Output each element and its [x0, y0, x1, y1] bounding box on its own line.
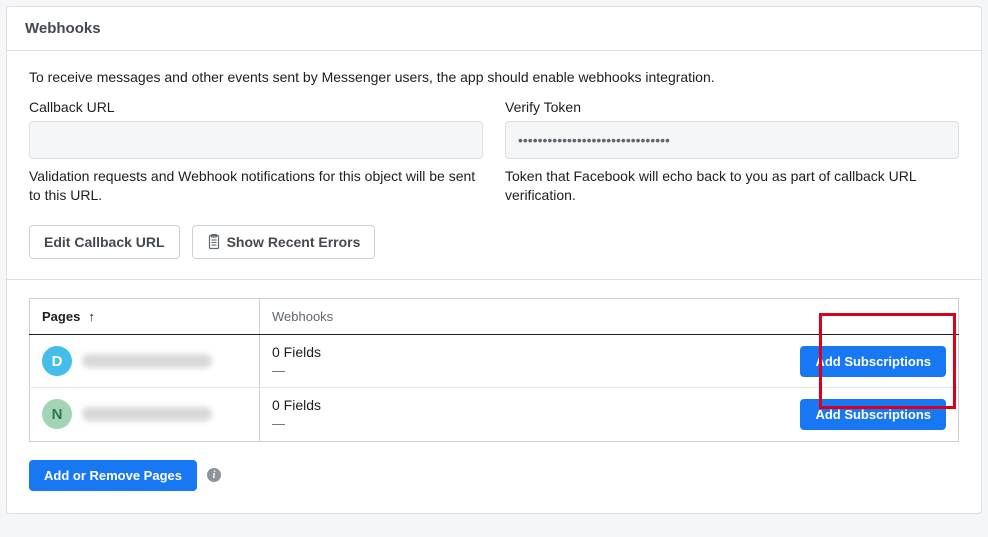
- callback-url-label: Callback URL: [29, 99, 483, 115]
- avatar: N: [42, 399, 72, 429]
- add-or-remove-pages-label: Add or Remove Pages: [44, 468, 182, 483]
- verify-token-label: Verify Token: [505, 99, 959, 115]
- verify-token-input[interactable]: •••••••••••••••••••••••••••••••: [505, 121, 959, 159]
- page-cell[interactable]: D: [42, 346, 247, 376]
- add-subscriptions-label: Add Subscriptions: [815, 354, 931, 369]
- fields-sub: —: [272, 362, 321, 380]
- verify-token-help: Token that Facebook will echo back to yo…: [505, 167, 959, 205]
- page-name-redacted: [82, 354, 212, 368]
- webhooks-field-info: 0 Fields —: [272, 396, 321, 432]
- webhooks-field-info: 0 Fields —: [272, 343, 321, 379]
- show-recent-errors-button[interactable]: Show Recent Errors: [192, 225, 376, 259]
- card-header: Webhooks: [7, 7, 981, 51]
- show-recent-errors-label: Show Recent Errors: [227, 234, 361, 250]
- add-or-remove-pages-button[interactable]: Add or Remove Pages: [29, 460, 197, 491]
- verify-token-column: Verify Token •••••••••••••••••••••••••••…: [505, 99, 959, 205]
- edit-callback-url-button[interactable]: Edit Callback URL: [29, 225, 180, 259]
- clipboard-icon: [207, 234, 221, 250]
- info-icon[interactable]: i: [207, 468, 221, 482]
- pages-footer-actions: Add or Remove Pages i: [29, 460, 959, 491]
- avatar-letter: D: [52, 353, 63, 370]
- pages-section: Pages ↑ Webhooks D: [7, 280, 981, 513]
- pages-column-label: Pages: [42, 309, 80, 324]
- webhooks-card: Webhooks To receive messages and other e…: [6, 6, 982, 514]
- callback-url-input[interactable]: [29, 121, 483, 159]
- page-cell[interactable]: N: [42, 399, 247, 429]
- fields-count: 0 Fields: [272, 396, 321, 415]
- avatar-letter: N: [52, 406, 63, 423]
- fields-sub: —: [272, 415, 321, 433]
- avatar: D: [42, 346, 72, 376]
- pages-table: Pages ↑ Webhooks D: [29, 298, 959, 442]
- verify-token-value: •••••••••••••••••••••••••••••••: [518, 132, 670, 148]
- add-subscriptions-button[interactable]: Add Subscriptions: [800, 346, 946, 377]
- fields-count: 0 Fields: [272, 343, 321, 362]
- callback-url-column: Callback URL Validation requests and Web…: [29, 99, 483, 205]
- page-name-redacted: [82, 407, 212, 421]
- table-row: N 0 Fields — Add Subscription: [30, 388, 959, 441]
- webhooks-description: To receive messages and other events sen…: [29, 69, 959, 85]
- sort-ascending-icon: ↑: [88, 309, 95, 324]
- card-title: Webhooks: [25, 20, 963, 37]
- callback-url-help: Validation requests and Webhook notifica…: [29, 167, 483, 205]
- webhooks-config-section: To receive messages and other events sen…: [7, 51, 981, 280]
- webhooks-column-header: Webhooks: [260, 298, 959, 334]
- webhooks-buttons-row: Edit Callback URL Show Recent Errors: [29, 225, 959, 259]
- pages-column-header[interactable]: Pages ↑: [30, 298, 260, 334]
- add-subscriptions-button[interactable]: Add Subscriptions: [800, 399, 946, 430]
- add-subscriptions-label: Add Subscriptions: [815, 407, 931, 422]
- edit-callback-url-label: Edit Callback URL: [44, 234, 165, 250]
- webhooks-fields-row: Callback URL Validation requests and Web…: [29, 99, 959, 205]
- webhooks-column-label: Webhooks: [272, 309, 333, 324]
- table-row: D 0 Fields — Add Subscription: [30, 334, 959, 387]
